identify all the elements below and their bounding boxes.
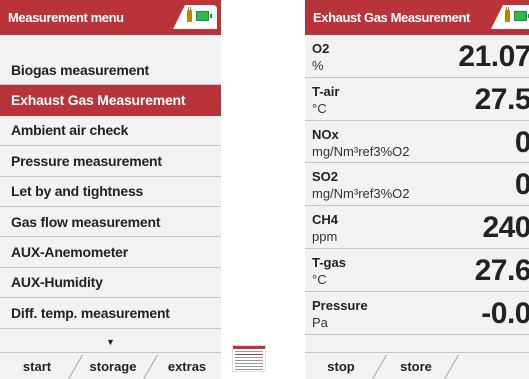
softkey-bar: start storage extras [0, 352, 221, 379]
menu-item-pressure[interactable]: Pressure measurement [0, 146, 221, 177]
menu-item-exhaust-gas[interactable]: Exhaust Gas Measurement [0, 85, 221, 116]
thumbnail-line [235, 354, 263, 355]
menu-thumbnail [232, 345, 266, 372]
menu-item-biogas[interactable]: Biogas measurement [0, 55, 221, 86]
store-softkey[interactable]: store [381, 353, 451, 379]
measurement-row-so2: SO2 mg/Nm³ref3%O2 0 [305, 163, 529, 207]
thumbnail-line [235, 351, 263, 352]
measurement-row-t-gas: T-gas °C 27.6 [305, 249, 529, 292]
thumbnail-line [235, 360, 263, 361]
measurement-row-o2: O2 % 21.07 [305, 35, 529, 78]
parameter-unit: mg/Nm³ref3%O2 [312, 186, 410, 202]
parameter-unit: mg/Nm³ref3%O2 [312, 143, 410, 159]
measurement-values-list: O2 % 21.07 T-air °C 27.5 NOx mg/Nm³ref3%… [305, 35, 529, 335]
parameter-name: CH4 [312, 212, 339, 228]
start-softkey[interactable]: start [0, 353, 74, 379]
stop-softkey[interactable]: stop [305, 353, 377, 379]
menu-item-aux-humidity[interactable]: AUX-Humidity [0, 267, 221, 299]
softkey-bar: stop store [305, 352, 529, 379]
plug-icon [187, 7, 192, 22]
measurement-row-ch4: CH4 ppm 240 [305, 206, 529, 249]
menu-item-gas-flow[interactable]: Gas flow measurement [0, 206, 221, 238]
parameter-name: SO2 [312, 169, 339, 185]
screen-title: Exhaust Gas Measurement [313, 10, 470, 25]
battery-icon [196, 11, 212, 21]
measurement-row-nox: NOx mg/Nm³ref3%O2 0 [305, 121, 529, 164]
parameter-value: -0.0 [481, 296, 529, 330]
menu-item-ambient-air[interactable]: Ambient air check [0, 115, 221, 147]
extras-softkey[interactable]: extras [153, 353, 221, 379]
exhaust-gas-screen: Exhaust Gas Measurement O2 % 21.07 T-air… [305, 0, 529, 379]
thumbnail-title-bar [233, 346, 265, 349]
parameter-value: 27.6 [474, 253, 529, 287]
title-bar: Measurement menu [0, 0, 221, 35]
parameter-value: 21.07 [458, 40, 529, 73]
parameter-unit: Pa [312, 314, 328, 330]
storage-softkey[interactable]: storage [78, 353, 148, 379]
parameter-value: 240 [482, 211, 529, 245]
status-indicator [173, 5, 217, 29]
parameter-name: O2 [312, 41, 330, 56]
parameter-unit: °C [312, 271, 327, 287]
title-bar: Exhaust Gas Measurement [305, 0, 529, 35]
scroll-down-icon[interactable]: ▼ [0, 334, 221, 350]
parameter-name: T-air [312, 83, 340, 99]
parameter-unit: °C [312, 100, 327, 116]
measurement-menu-screen: Measurement menu Biogas measurement Exha… [0, 0, 221, 379]
thumbnail-line [235, 369, 263, 370]
measurement-row-pressure: Pressure Pa -0.0 [305, 292, 529, 335]
menu-item-let-by[interactable]: Let by and tightness [0, 176, 221, 207]
measurement-row-t-air: T-air °C 27.5 [305, 78, 529, 121]
parameter-name: T-gas [312, 254, 346, 270]
menu-item-aux-anemometer[interactable]: AUX-Anemometer [0, 237, 221, 268]
thumbnail-line [235, 363, 263, 364]
parameter-unit: % [312, 58, 324, 73]
battery-icon [514, 11, 529, 21]
thumbnail-line [235, 357, 263, 358]
parameter-value: 27.5 [474, 82, 529, 116]
parameter-name: Pressure [312, 297, 368, 313]
plug-icon [505, 7, 510, 22]
status-indicator [491, 5, 529, 29]
measurement-menu-list: Biogas measurement Exhaust Gas Measureme… [0, 55, 221, 329]
parameter-name: NOx [312, 126, 339, 142]
menu-item-diff-temp[interactable]: Diff. temp. measurement [0, 298, 221, 329]
parameter-value: 0 [514, 168, 529, 202]
parameter-unit: ppm [312, 229, 338, 245]
thumbnail-line [235, 366, 263, 367]
parameter-value: 0 [514, 125, 529, 159]
screen-title: Measurement menu [8, 10, 124, 25]
